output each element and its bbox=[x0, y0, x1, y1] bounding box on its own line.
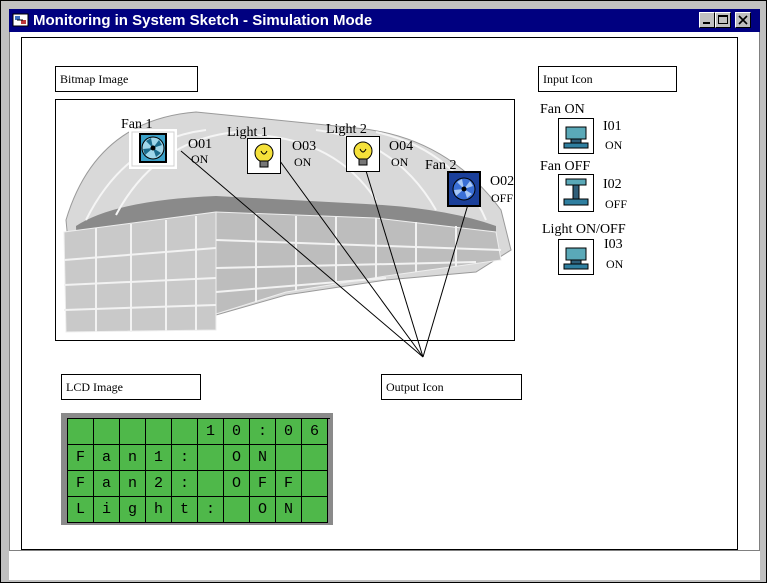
output-state-fan1: ON bbox=[191, 152, 209, 166]
output-state-light1: ON bbox=[294, 155, 312, 169]
input-id-fan-on: I01 bbox=[603, 119, 622, 134]
lcd-cell bbox=[146, 419, 172, 445]
lcd-cell: t bbox=[172, 497, 198, 523]
lcd-display: 10:06Fan1:ONFan2:OFFLight:ON bbox=[61, 413, 333, 525]
lcd-cell: 0 bbox=[224, 419, 250, 445]
lcd-cell: 2 bbox=[146, 471, 172, 497]
input-name-fan-on: Fan ON bbox=[540, 102, 585, 117]
fan1-output-icon-frame[interactable] bbox=[129, 129, 177, 169]
input-state-fan-off: OFF bbox=[605, 197, 628, 211]
fan-icon bbox=[131, 131, 175, 167]
lcd-cell bbox=[198, 471, 224, 497]
lcd-cell: : bbox=[250, 419, 276, 445]
output-state-light2: ON bbox=[391, 155, 409, 169]
push-button-icon bbox=[560, 176, 592, 210]
lcd-cell bbox=[120, 419, 146, 445]
lcd-cell bbox=[302, 471, 328, 497]
lcd-cell: O bbox=[224, 445, 250, 471]
input-name-light: Light ON/OFF bbox=[542, 222, 626, 237]
lcd-cell bbox=[172, 419, 198, 445]
output-id-fan2: O02 bbox=[490, 174, 515, 189]
input-name-fan-off: Fan OFF bbox=[540, 159, 591, 174]
lcd-cell: 1 bbox=[146, 445, 172, 471]
lcd-cell: F bbox=[68, 471, 94, 497]
push-button-icon bbox=[560, 120, 592, 152]
lcd-cell bbox=[198, 445, 224, 471]
fan-icon bbox=[447, 171, 481, 207]
input-state-fan-on: ON bbox=[605, 138, 623, 152]
push-button-icon bbox=[560, 241, 592, 273]
fan-off-input-button[interactable] bbox=[558, 174, 594, 212]
lcd-cell bbox=[224, 497, 250, 523]
light1-output-icon-frame[interactable] bbox=[247, 138, 281, 174]
lcd-cell: F bbox=[250, 471, 276, 497]
lcd-cell: 1 bbox=[198, 419, 224, 445]
lcd-cell: F bbox=[276, 471, 302, 497]
light-bulb-icon bbox=[254, 143, 274, 168]
lcd-cell: 6 bbox=[302, 419, 328, 445]
app-window: Monitoring in System Sketch - Simulation… bbox=[0, 0, 767, 583]
lcd-cell: : bbox=[198, 497, 224, 523]
input-id-light: I03 bbox=[604, 237, 623, 252]
lcd-grid: 10:06Fan1:ONFan2:OFFLight:ON bbox=[67, 418, 330, 523]
lcd-cell: n bbox=[120, 445, 146, 471]
lcd-cell: N bbox=[276, 497, 302, 523]
lcd-cell: N bbox=[250, 445, 276, 471]
lcd-cell bbox=[302, 445, 328, 471]
input-id-fan-off: I02 bbox=[603, 177, 622, 192]
output-id-light2: O04 bbox=[389, 139, 414, 154]
lcd-cell: : bbox=[172, 445, 198, 471]
lcd-cell: O bbox=[224, 471, 250, 497]
lcd-cell: F bbox=[68, 445, 94, 471]
lcd-cell: a bbox=[94, 445, 120, 471]
light-bulb-icon bbox=[353, 141, 373, 166]
light2-output-icon-frame[interactable] bbox=[346, 136, 380, 172]
lcd-cell: : bbox=[172, 471, 198, 497]
output-id-light1: O03 bbox=[292, 139, 317, 154]
lcd-cell bbox=[68, 419, 94, 445]
lcd-cell: g bbox=[120, 497, 146, 523]
fan-on-input-button[interactable] bbox=[558, 118, 594, 154]
output-id-fan1: O01 bbox=[188, 137, 213, 152]
fan2-output-icon-frame[interactable] bbox=[447, 171, 481, 207]
lcd-cell bbox=[276, 445, 302, 471]
lcd-cell: i bbox=[94, 497, 120, 523]
lcd-cell: 0 bbox=[276, 419, 302, 445]
lcd-cell: L bbox=[68, 497, 94, 523]
output-state-fan2: OFF bbox=[491, 191, 514, 205]
lcd-cell: O bbox=[250, 497, 276, 523]
status-bar bbox=[9, 550, 760, 580]
lcd-cell: n bbox=[120, 471, 146, 497]
light-input-button[interactable] bbox=[558, 239, 594, 275]
lcd-cell bbox=[302, 497, 328, 523]
lcd-cell bbox=[94, 419, 120, 445]
input-state-light: ON bbox=[606, 257, 624, 271]
lcd-cell: h bbox=[146, 497, 172, 523]
lcd-cell: a bbox=[94, 471, 120, 497]
